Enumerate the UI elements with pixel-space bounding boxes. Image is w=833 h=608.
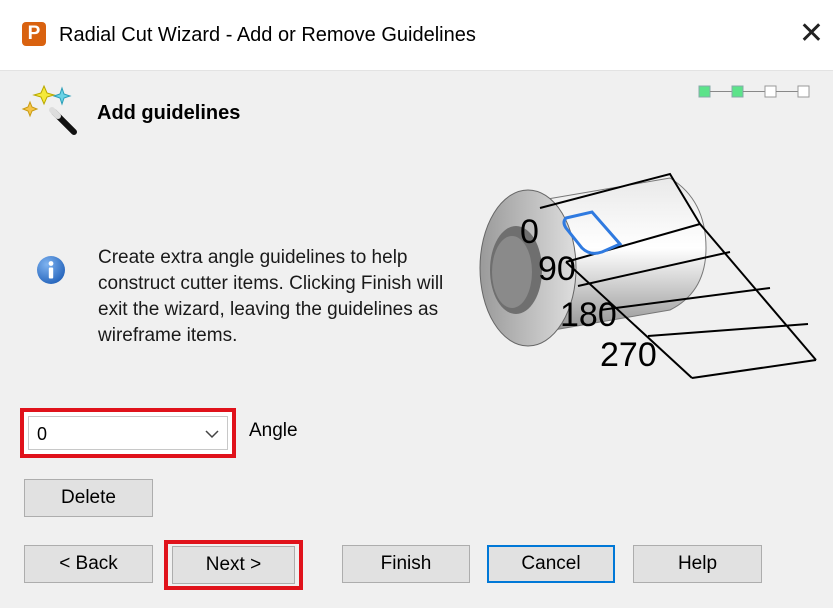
cancel-button[interactable]: Cancel <box>487 545 615 583</box>
angle-label: Angle <box>249 420 298 441</box>
back-button[interactable]: < Back <box>24 545 153 583</box>
window-title: Radial Cut Wizard - Add or Remove Guidel… <box>59 24 476 46</box>
finish-button[interactable]: Finish <box>342 545 470 583</box>
title-bar: P Radial Cut Wizard - Add or Remove Guid… <box>0 0 833 71</box>
next-button-highlight: Next > <box>164 540 303 590</box>
angle-label-180: 180 <box>560 296 617 334</box>
info-icon <box>37 256 65 284</box>
help-button[interactable]: Help <box>633 545 762 583</box>
close-button[interactable]: ✕ <box>790 12 833 56</box>
page-title: Add guidelines <box>97 102 241 124</box>
wizard-wand-icon <box>21 84 77 135</box>
delete-button[interactable]: Delete <box>24 479 153 517</box>
angle-label-90: 90 <box>538 250 576 288</box>
angle-label-0: 0 <box>520 213 539 251</box>
angle-dropdown[interactable]: 0 <box>28 416 228 450</box>
angle-dropdown-value: 0 <box>37 424 48 444</box>
guideline-illustration: 0 90 180 270 <box>479 172 817 379</box>
app-logo-icon: P <box>22 22 46 46</box>
radial-cut-wizard-window: P Radial Cut Wizard - Add or Remove Guid… <box>0 0 833 608</box>
info-description: Create extra angle guidelines to help co… <box>98 247 444 346</box>
angle-select-highlight: 0 <box>20 408 236 458</box>
chevron-down-icon <box>205 430 219 439</box>
angle-label-270: 270 <box>600 336 657 374</box>
wizard-progress-indicator <box>698 85 810 98</box>
next-button[interactable]: Next > <box>172 546 295 584</box>
